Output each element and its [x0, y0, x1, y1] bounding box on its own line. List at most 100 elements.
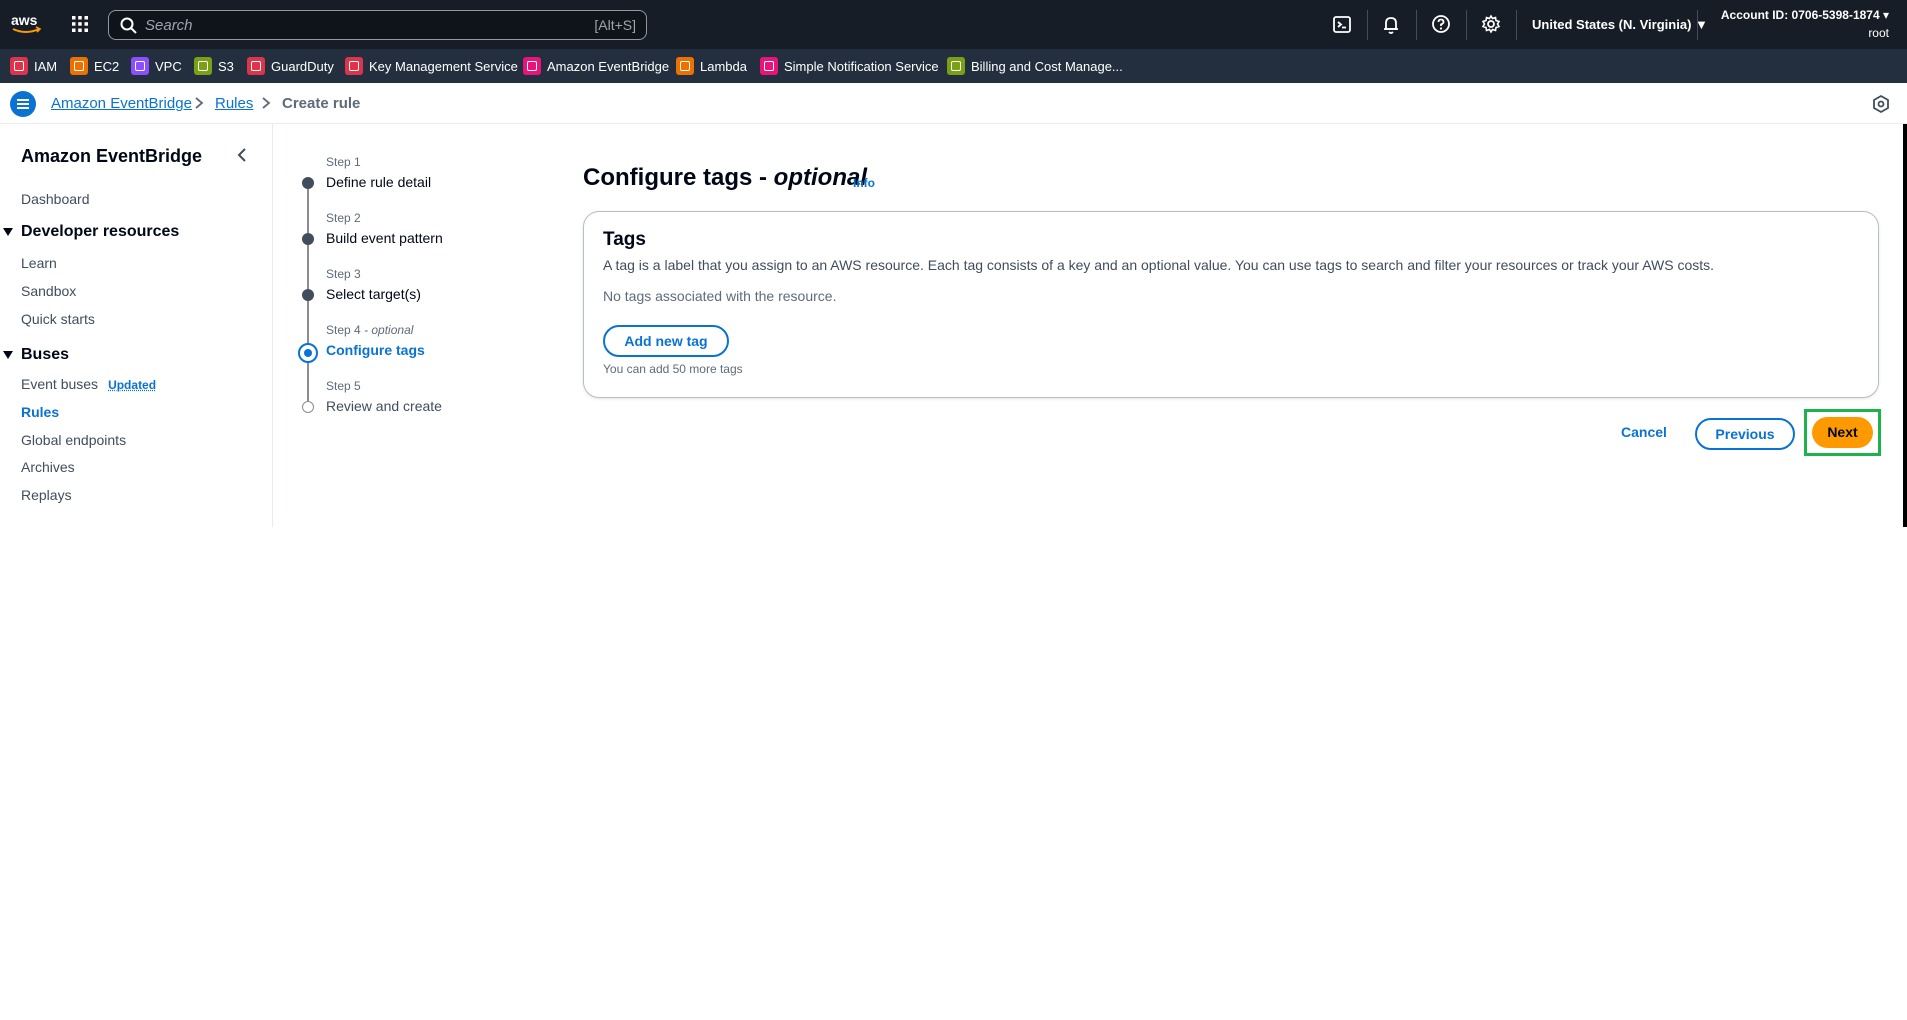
step-4-label: Step 4 - optional	[326, 323, 413, 337]
nav-divider	[1516, 10, 1517, 40]
tags-description: A tag is a label that you assign to an A…	[603, 257, 1715, 273]
sidebar-item-global-endpoints[interactable]: Global endpoints	[21, 432, 126, 448]
settings-hex-icon[interactable]	[1871, 94, 1891, 114]
chevron-right-icon	[262, 97, 271, 109]
favorite-iam[interactable]: IAM	[10, 56, 57, 76]
nav-divider	[1367, 10, 1368, 40]
bell-icon[interactable]	[1380, 13, 1404, 37]
step-3-title: Select target(s)	[326, 286, 421, 302]
sidebar-item-replays[interactable]: Replays	[21, 487, 72, 503]
aws-logo[interactable]: aws	[10, 12, 44, 36]
step-1-label: Step 1	[326, 155, 361, 169]
favorite-label: Amazon EventBridge	[547, 58, 670, 74]
step-3-label: Step 3	[326, 267, 361, 281]
sidebar-item-archives[interactable]: Archives	[21, 459, 75, 475]
lambda-icon	[676, 57, 694, 75]
vpc-icon	[131, 57, 149, 75]
step-connector	[307, 300, 309, 345]
step-complete-icon	[302, 289, 314, 301]
billing-icon	[947, 57, 965, 75]
sidebar-item-event-buses[interactable]: Event buses Updated	[21, 376, 156, 392]
search-shortcut: [Alt+S]	[594, 17, 636, 33]
sidebar-item-sandbox[interactable]: Sandbox	[21, 283, 76, 299]
scrollbar[interactable]	[1903, 124, 1907, 527]
step-1-title: Define rule detail	[326, 174, 432, 190]
search-input[interactable]: Search [Alt+S]	[108, 10, 647, 40]
previous-button[interactable]: Previous	[1695, 418, 1795, 450]
favorite-label: VPC	[155, 58, 182, 74]
favorite-label: Billing and Cost Manage...	[971, 58, 1123, 74]
help-icon[interactable]	[1430, 13, 1454, 37]
tags-limit-hint: You can add 50 more tags	[603, 362, 743, 376]
step-pending-icon	[302, 401, 314, 413]
favorite-ec2[interactable]: EC2	[70, 56, 119, 76]
search-icon	[120, 17, 137, 34]
sidebar-item-rules[interactable]: Rules	[21, 404, 59, 420]
step-5-label: Step 5	[326, 379, 361, 393]
iam-icon	[10, 57, 28, 75]
side-nav-toggle[interactable]	[10, 91, 36, 117]
info-link[interactable]: Info	[853, 176, 875, 190]
favorite-sns[interactable]: Simple Notification Service	[760, 56, 939, 76]
sidebar-item-quick-starts[interactable]: Quick starts	[21, 311, 95, 327]
caret-down-icon	[3, 228, 13, 236]
step-4-title[interactable]: Configure tags	[326, 342, 425, 358]
sidebar-item-dashboard[interactable]: Dashboard	[21, 191, 90, 207]
account-user: root	[1868, 26, 1889, 40]
top-navigation: aws Search [Alt+S] United States (N. Vir…	[0, 0, 1907, 49]
favorite-billing[interactable]: Billing and Cost Manage...	[947, 56, 1123, 76]
breadcrumb-bar: Amazon EventBridge Rules Create rule	[0, 83, 1907, 124]
favorite-label: IAM	[34, 58, 58, 74]
s3-icon	[194, 57, 212, 75]
favorite-label: Key Management Service	[369, 58, 518, 74]
sidebar-title[interactable]: Amazon EventBridge	[21, 146, 202, 167]
step-complete-icon	[302, 177, 314, 189]
hamburger-icon	[17, 103, 29, 105]
favorite-guardduty[interactable]: GuardDuty	[247, 56, 334, 76]
sns-icon	[760, 57, 778, 75]
favorite-s3[interactable]: S3	[194, 56, 234, 76]
add-new-tag-button[interactable]: Add new tag	[603, 325, 729, 357]
updated-badge[interactable]: Updated	[108, 378, 156, 392]
gear-icon[interactable]	[1480, 13, 1504, 37]
services-grid-icon[interactable]	[70, 14, 90, 34]
hamburger-icon	[17, 99, 29, 101]
step-current-icon	[298, 343, 318, 363]
cancel-button[interactable]: Cancel	[1610, 424, 1678, 444]
account-menu[interactable]: Account ID: 0706-5398-1874 ▾ root	[1721, 6, 1889, 42]
step-complete-icon	[302, 233, 314, 245]
breadcrumb-eventbridge[interactable]: Amazon EventBridge	[51, 95, 192, 112]
step-connector	[307, 188, 309, 233]
sidebar-section-developer-resources[interactable]: Developer resources	[3, 223, 179, 241]
step-connector	[307, 360, 309, 401]
region-selector[interactable]: United States (N. Virginia) ▼	[1532, 17, 1708, 32]
side-navigation: Amazon EventBridge Dashboard Developer r…	[0, 124, 273, 527]
step-2-label: Step 2	[326, 211, 361, 225]
favorite-kms[interactable]: Key Management Service	[345, 56, 518, 76]
breadcrumb-rules[interactable]: Rules	[215, 95, 253, 112]
page-title-text: Configure tags -	[583, 164, 767, 191]
favorite-label: EC2	[94, 58, 120, 74]
tags-heading: Tags	[603, 229, 646, 250]
sidebar-item-learn[interactable]: Learn	[21, 255, 57, 271]
sidebar-item-label: Event buses	[21, 376, 99, 392]
favorite-vpc[interactable]: VPC	[131, 56, 182, 76]
sidebar-section-buses[interactable]: Buses	[3, 346, 69, 364]
chevron-left-icon[interactable]	[235, 146, 249, 164]
account-id: Account ID: 0706-5398-1874 ▾	[1720, 8, 1889, 22]
favorite-label: S3	[218, 58, 234, 74]
next-button-highlight: Next	[1804, 409, 1881, 456]
eventbridge-icon	[523, 57, 541, 75]
favorite-eventbridge[interactable]: Amazon EventBridge	[523, 56, 669, 76]
favorites-bar: IAM EC2 VPC S3 GuardDuty Key Management …	[0, 49, 1907, 83]
nav-divider	[1466, 10, 1467, 40]
cloudshell-icon[interactable]	[1331, 13, 1355, 37]
step-5-title: Review and create	[326, 398, 442, 414]
favorite-label: GuardDuty	[271, 58, 334, 74]
favorite-label: Lambda	[700, 58, 747, 74]
favorite-lambda[interactable]: Lambda	[676, 56, 747, 76]
chevron-right-icon	[195, 97, 204, 109]
next-button[interactable]: Next	[1812, 417, 1873, 448]
nav-divider	[1697, 10, 1698, 40]
step-2-title: Build event pattern	[326, 230, 443, 246]
